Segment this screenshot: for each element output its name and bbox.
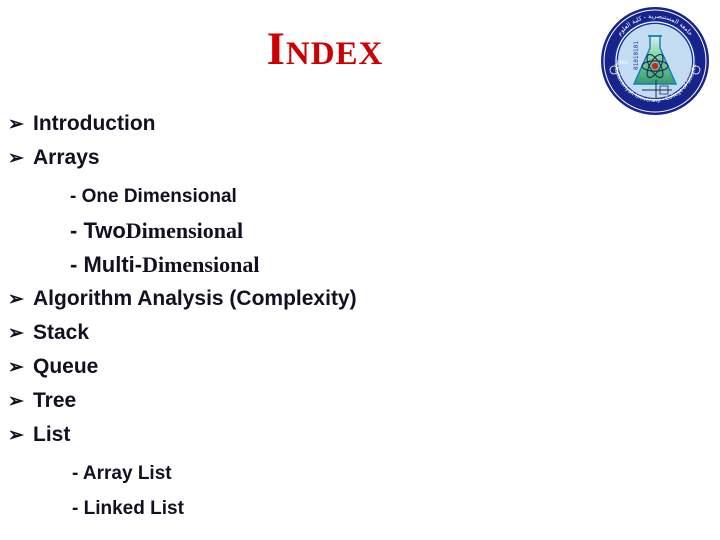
arrow-bullet-icon: ➢ bbox=[8, 425, 24, 446]
list-item-label: Stack bbox=[33, 321, 90, 344]
list-item-queue[interactable]: ➢ Queue bbox=[0, 355, 600, 389]
arrow-bullet-icon: ➢ bbox=[8, 391, 24, 412]
list-item-label: List bbox=[33, 423, 71, 446]
list-item-label: Tree bbox=[33, 389, 77, 412]
sublist-item-multi-dimensional[interactable]: - Multi- Dimensional bbox=[0, 252, 600, 281]
sublist-item-prefix: - Multi- bbox=[70, 252, 143, 277]
sublist-item-label: Dimensional bbox=[142, 252, 260, 277]
slide-canvas: Index جامعة المستنصرية - كلية العلوم Mus… bbox=[0, 0, 720, 540]
page-title: Index bbox=[266, 23, 384, 75]
sublist-item-array-list[interactable]: - Array List bbox=[0, 463, 600, 498]
list-item-algorithm-analysis[interactable]: ➢ Algorithm Analysis (Complexity) bbox=[0, 287, 600, 321]
arrow-bullet-icon: ➢ bbox=[8, 323, 24, 344]
index-list: ➢ Introduction ➢ Arrays - One Dimensiona… bbox=[0, 112, 600, 533]
svg-text:1963: 1963 bbox=[616, 60, 628, 66]
arrow-bullet-icon: ➢ bbox=[8, 114, 24, 135]
list-item-label: Introduction bbox=[33, 112, 156, 135]
sublist-item-linked-list[interactable]: - Linked List bbox=[0, 498, 600, 533]
university-seal-logo: جامعة المستنصرية - كلية العلوم Mustansir… bbox=[598, 4, 712, 118]
sublist-item-label: Dimensional bbox=[125, 218, 244, 243]
sublist-item-one-dimensional[interactable]: - One Dimensional bbox=[0, 186, 600, 213]
arrow-bullet-icon: ➢ bbox=[8, 357, 24, 378]
list-item-arrays[interactable]: ➢ Arrays bbox=[0, 146, 600, 180]
list-item-label: Queue bbox=[33, 355, 99, 378]
arrow-bullet-icon: ➢ bbox=[8, 289, 24, 310]
list-item-list[interactable]: ➢ List bbox=[0, 423, 600, 457]
svg-text:01010101: 01010101 bbox=[633, 41, 640, 70]
sublist-item-two-dimensional[interactable]: - Two Dimensional bbox=[0, 218, 600, 247]
sublist-item-label: - Array List bbox=[72, 463, 172, 484]
arrow-bullet-icon: ➢ bbox=[8, 148, 24, 169]
sublist-item-prefix: - Two bbox=[70, 218, 126, 243]
list-item-tree[interactable]: ➢ Tree bbox=[0, 389, 600, 423]
sublist-item-label: - Linked List bbox=[72, 498, 184, 519]
list-item-introduction[interactable]: ➢ Introduction bbox=[0, 112, 600, 146]
sublist-item-label: - One Dimensional bbox=[70, 186, 237, 207]
list-item-label: Algorithm Analysis (Complexity) bbox=[33, 287, 357, 310]
list-item-stack[interactable]: ➢ Stack bbox=[0, 321, 600, 355]
list-item-label: Arrays bbox=[33, 146, 100, 169]
